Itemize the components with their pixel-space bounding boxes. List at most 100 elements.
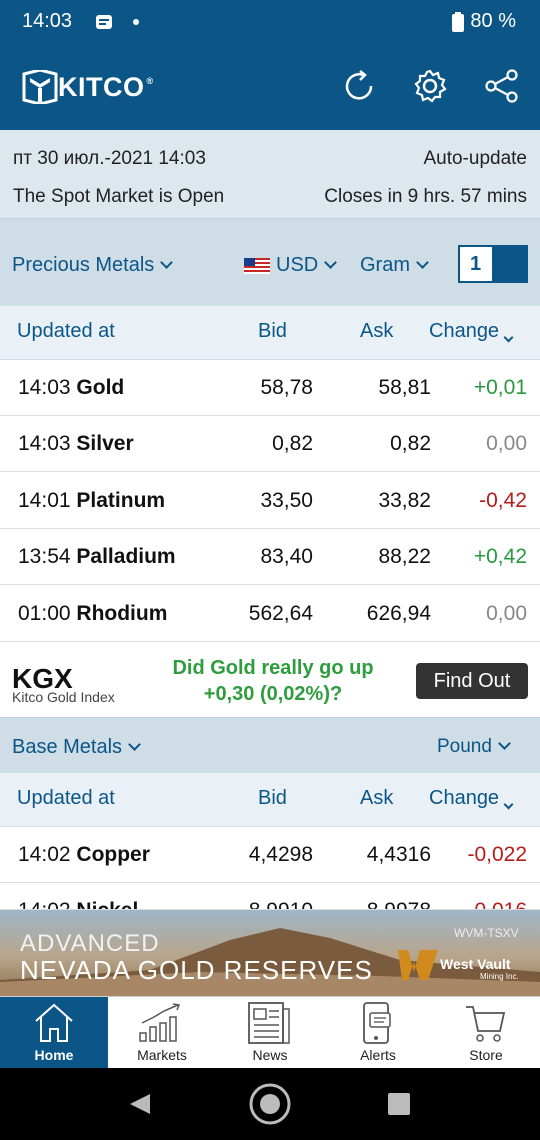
header-ask[interactable]: Ask [360, 787, 393, 810]
table-row[interactable]: 01:00 Rhodium 562,64 626,94 0,00 [0, 586, 540, 642]
row-ask: 4,4316 [366, 843, 431, 866]
row-time: 14:02 [18, 899, 71, 909]
ad-line2: NEVADA GOLD RESERVES [20, 955, 373, 985]
table-row[interactable]: 14:02 Copper 4,4298 4,4316 -0,022 [0, 827, 540, 883]
find-out-button[interactable]: Find Out [416, 663, 528, 699]
chevron-down-icon [503, 332, 514, 343]
auto-update-label[interactable]: Auto-update [423, 148, 527, 170]
row-change: -0,42 [479, 489, 527, 512]
newspaper-icon [248, 1002, 290, 1044]
ad-brand: West Vault [440, 956, 511, 972]
header-bid[interactable]: Bid [258, 320, 287, 343]
ad-ticker: WVM-TSXV [454, 926, 519, 940]
back-icon[interactable] [128, 1092, 152, 1116]
ad-brand-sub: Mining Inc. [480, 972, 519, 981]
header-ask[interactable]: Ask [360, 320, 393, 343]
chevron-down-icon [324, 256, 338, 269]
header-change[interactable]: Change [429, 787, 514, 810]
message-icon [96, 15, 112, 29]
home-icon [35, 1003, 73, 1042]
nav-alerts[interactable]: Alerts [324, 997, 432, 1069]
row-metal-name: Silver [76, 432, 134, 455]
row-ask: 626,94 [366, 602, 431, 625]
kgx-subtitle: Kitco Gold Index [12, 689, 115, 705]
base-metals-dropdown[interactable]: Base Metals [12, 736, 141, 759]
precious-metals-dropdown[interactable]: Precious Metals [12, 254, 174, 277]
row-change: 0,00 [486, 432, 527, 455]
settings-gear-icon[interactable] [412, 68, 448, 104]
notification-dot-icon [133, 19, 139, 25]
row-ask: 58,81 [378, 376, 431, 399]
quantity-value: 1 [460, 247, 492, 281]
unit-dropdown[interactable]: Gram [360, 254, 429, 277]
row-time: 13:54 [18, 545, 71, 568]
nav-news[interactable]: News [216, 997, 324, 1069]
chevron-down-icon [498, 737, 511, 750]
row-change: -0,022 [467, 843, 527, 866]
kitco-logo-icon [22, 70, 58, 104]
status-bar: 14:03 80 % [0, 0, 540, 44]
row-metal-name: Copper [76, 843, 150, 866]
chevron-down-icon [160, 256, 174, 269]
table-row[interactable]: 14:02 Nickel 8,9910 8,9978 -0,016 [0, 883, 540, 910]
system-navigation-bar [0, 1068, 540, 1140]
row-metal-name: Gold [76, 376, 125, 399]
logo-registered: ® [146, 76, 154, 86]
row-change: 0,00 [486, 602, 527, 625]
row-bid: 0,82 [272, 432, 313, 455]
table-row[interactable]: 14:03 Silver 0,82 0,82 0,00 [0, 416, 540, 472]
row-time: 14:03 [18, 432, 71, 455]
row-metal-name: Platinum [76, 489, 166, 512]
cart-icon [466, 1006, 506, 1042]
kgx-question-line1: Did Gold really go up [172, 657, 374, 679]
currency-dropdown[interactable]: USD [276, 254, 338, 277]
logo-text: KITCO [58, 71, 145, 102]
chevron-down-icon [128, 738, 141, 751]
nav-home[interactable]: Home [0, 997, 108, 1069]
home-button-icon[interactable] [248, 1082, 292, 1126]
quantity-field[interactable]: 1 [458, 245, 528, 283]
base-unit-dropdown[interactable]: Pound [437, 736, 511, 758]
market-info-bar: пт 30 июл.-2021 14:03 Auto-update The Sp… [0, 130, 540, 218]
row-bid: 562,64 [248, 602, 313, 625]
row-ask: 0,82 [390, 432, 431, 455]
table-row[interactable]: 14:03 Gold 58,78 58,81 +0,01 [0, 360, 540, 416]
table-row[interactable]: 14:01 Platinum 33,50 33,82 -0,42 [0, 473, 540, 529]
ad-line1: ADVANCED [20, 930, 160, 957]
row-time: 01:00 [18, 602, 71, 625]
header-bid[interactable]: Bid [258, 787, 287, 810]
ad-banner[interactable]: ADVANCED NEVADA GOLD RESERVES WVM-TSXV W… [0, 910, 540, 996]
phone-alert-icon [363, 1002, 391, 1044]
row-change: +0,01 [473, 376, 527, 399]
header-change-label: Change [429, 787, 500, 809]
date-time: пт 30 июл.-2021 14:03 [13, 148, 206, 169]
kgx-promo: KGX Kitco Gold Index Did Gold really go … [0, 643, 540, 717]
precious-selector-bar: Precious Metals USD Gram 1 [0, 218, 540, 306]
row-metal-name: Nickel [76, 899, 138, 909]
header-updated-at[interactable]: Updated at [17, 787, 115, 810]
nav-news-label: News [252, 1047, 288, 1063]
header-change[interactable]: Change [429, 320, 514, 343]
refresh-icon[interactable] [341, 68, 377, 104]
precious-table-header: Updated at Bid Ask Change [0, 306, 540, 360]
nav-store[interactable]: Store [432, 997, 540, 1069]
kitco-logo[interactable]: KITCO ® [22, 70, 154, 104]
row-bid: 58,78 [260, 376, 313, 399]
table-row[interactable]: 13:54 Palladium 83,40 88,22 +0,42 [0, 529, 540, 585]
row-bid: 83,40 [260, 545, 313, 568]
share-icon[interactable] [484, 68, 520, 104]
row-ask: 8,9978 [367, 899, 431, 909]
status-time: 14:03 [22, 10, 73, 32]
header-updated-at[interactable]: Updated at [17, 320, 115, 343]
row-bid: 8,9910 [249, 899, 313, 909]
nav-markets[interactable]: Markets [108, 997, 216, 1069]
currency-label: USD [276, 254, 319, 276]
row-change: +0,42 [473, 545, 527, 568]
recents-icon[interactable] [387, 1092, 411, 1116]
row-metal-name: Palladium [76, 545, 176, 568]
row-ask: 88,22 [378, 545, 431, 568]
nav-store-label: Store [469, 1047, 503, 1063]
app-bar: KITCO ® [0, 44, 540, 130]
us-flag-icon [244, 258, 270, 274]
base-selector-bar: Base Metals Pound [0, 717, 540, 773]
